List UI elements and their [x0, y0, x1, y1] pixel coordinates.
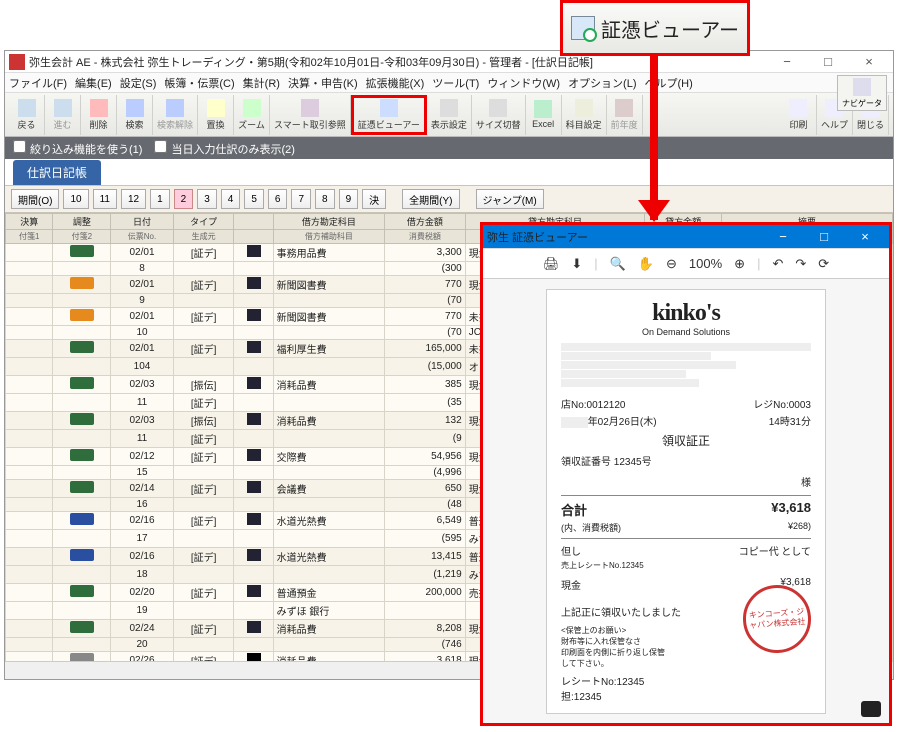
toolbar-置換[interactable]: 置換: [198, 95, 234, 135]
menu-item[interactable]: オプション(L): [568, 75, 636, 91]
receipt-tagline: On Demand Solutions: [561, 327, 811, 337]
period-label-button[interactable]: 期間(O): [11, 189, 59, 209]
toolbar-前年度[interactable]: 前年度: [607, 95, 643, 135]
chat-icon[interactable]: [861, 701, 881, 717]
menu-item[interactable]: ウィンドウ(W): [487, 75, 560, 91]
viewer-maximize-button[interactable]: □: [804, 228, 844, 246]
menu-item[interactable]: 設定(S): [120, 75, 157, 91]
menu-item[interactable]: 決算・申告(K): [288, 75, 358, 91]
viewer-icon: [571, 16, 595, 40]
titlebar: 弥生会計 AE - 株式会社 弥生トレーディング・第5期(令和02年10月01日…: [5, 51, 893, 73]
toolbar-検索解除[interactable]: 検索解除: [153, 95, 198, 135]
toolbar-戻る[interactable]: 戻る: [9, 95, 45, 135]
viewer-titlebar: 弥生 証憑ビューアー − □ ×: [483, 225, 889, 249]
period-bar: 期間(O)101112123456789決全期間(Y)ジャンプ(M): [5, 185, 893, 213]
toolbar: 戻る進む削除検索検索解除置換ズームスマート取引参照証憑ビューアー表示設定サイズ切…: [5, 93, 893, 137]
filter-bar: 絞り込み機能を使う(1) 当日入力仕訳のみ表示(2): [5, 137, 893, 159]
viewer-minimize-button[interactable]: −: [763, 228, 803, 246]
viewer-title: 弥生 証憑ビューアー: [487, 229, 763, 245]
callout-label: 証憑ビューアー: [601, 14, 739, 43]
menu-item[interactable]: ファイル(F): [9, 75, 67, 91]
toolbar-Excel[interactable]: Excel: [526, 95, 562, 135]
period-month-4[interactable]: 4: [221, 189, 241, 209]
minimize-button[interactable]: −: [767, 53, 807, 71]
callout-viewer-button: 証憑ビューアー: [560, 0, 750, 56]
zoom-in-icon[interactable]: ⊕: [734, 256, 745, 272]
toolbar-サイズ切替[interactable]: サイズ切替: [472, 95, 526, 135]
rotate-cw-icon[interactable]: ↷: [795, 256, 806, 272]
receipt-document: kinko's On Demand Solutions 店No:0012120レ…: [546, 289, 826, 714]
viewer-toolbar: 🖨 ⬇ | 🔍 ✋ ⊖ 100% ⊕ | ↶ ↷ ⟳: [483, 249, 889, 279]
navigator-button[interactable]: ナビゲータ: [837, 75, 887, 111]
period-month-7[interactable]: 7: [291, 189, 311, 209]
evidence-viewer-window: 弥生 証憑ビューアー − □ × 🖨 ⬇ | 🔍 ✋ ⊖ 100% ⊕ | ↶ …: [480, 222, 892, 726]
tab-strip: 仕訳日記帳: [5, 159, 893, 185]
period-month-12[interactable]: 12: [121, 189, 146, 209]
refresh-icon[interactable]: ⟳: [818, 256, 829, 272]
menu-item[interactable]: 集計(R): [243, 75, 280, 91]
hand-icon[interactable]: ✋: [638, 256, 654, 272]
toolbar-科目設定[interactable]: 科目設定: [562, 95, 607, 135]
period-month-3[interactable]: 3: [197, 189, 217, 209]
callout-arrow: [650, 56, 658, 220]
maximize-button[interactable]: □: [808, 53, 848, 71]
navigator-icon: [853, 78, 871, 96]
receipt-brand: kinko's: [561, 300, 811, 327]
download-icon[interactable]: ⬇: [571, 256, 582, 272]
period-month-6[interactable]: 6: [268, 189, 288, 209]
menu-item[interactable]: 編集(E): [75, 75, 112, 91]
toolbar-削除[interactable]: 削除: [81, 95, 117, 135]
menu-item[interactable]: ツール(T): [432, 75, 479, 91]
filter-checkbox-2[interactable]: 当日入力仕訳のみ表示(2): [154, 140, 294, 157]
toolbar-検索[interactable]: 検索: [117, 95, 153, 135]
period-month-10[interactable]: 10: [63, 189, 88, 209]
rotate-ccw-icon[interactable]: ↶: [772, 256, 783, 272]
menubar: ファイル(F) 編集(E) 設定(S) 帳簿・伝票(C) 集計(R) 決算・申告(K) 拡張…: [5, 73, 893, 93]
jump-button[interactable]: ジャンプ(M): [476, 189, 544, 209]
close-button[interactable]: ×: [849, 53, 889, 71]
tab-journal[interactable]: 仕訳日記帳: [13, 160, 101, 185]
filter-checkbox-1[interactable]: 絞り込み機能を使う(1): [13, 140, 142, 157]
toolbar-証憑ビューアー[interactable]: 証憑ビューアー: [351, 95, 427, 135]
toolbar-表示設定[interactable]: 表示設定: [427, 95, 472, 135]
period-all-button[interactable]: 全期間(Y): [402, 189, 459, 209]
period-month-2[interactable]: 2: [174, 189, 194, 209]
period-month-決[interactable]: 決: [362, 189, 386, 209]
viewer-canvas[interactable]: kinko's On Demand Solutions 店No:0012120レ…: [483, 279, 889, 723]
period-month-1[interactable]: 1: [150, 189, 170, 209]
period-month-9[interactable]: 9: [339, 189, 359, 209]
menu-item[interactable]: 拡張機能(X): [366, 75, 425, 91]
period-month-11[interactable]: 11: [93, 189, 117, 209]
toolbar-印刷[interactable]: 印刷: [781, 95, 817, 135]
app-icon: [9, 54, 25, 70]
viewer-close-button[interactable]: ×: [845, 228, 885, 246]
search-icon[interactable]: 🔍: [610, 256, 626, 272]
menu-item[interactable]: 帳簿・伝票(C): [164, 75, 234, 91]
zoom-level: 100%: [689, 256, 722, 271]
zoom-out-icon[interactable]: ⊖: [666, 256, 677, 272]
toolbar-スマート取引参照[interactable]: スマート取引参照: [270, 95, 351, 135]
period-month-5[interactable]: 5: [244, 189, 264, 209]
period-month-8[interactable]: 8: [315, 189, 335, 209]
toolbar-ズーム[interactable]: ズーム: [234, 95, 270, 135]
toolbar-進む[interactable]: 進む: [45, 95, 81, 135]
print-icon[interactable]: 🖨: [543, 256, 560, 272]
